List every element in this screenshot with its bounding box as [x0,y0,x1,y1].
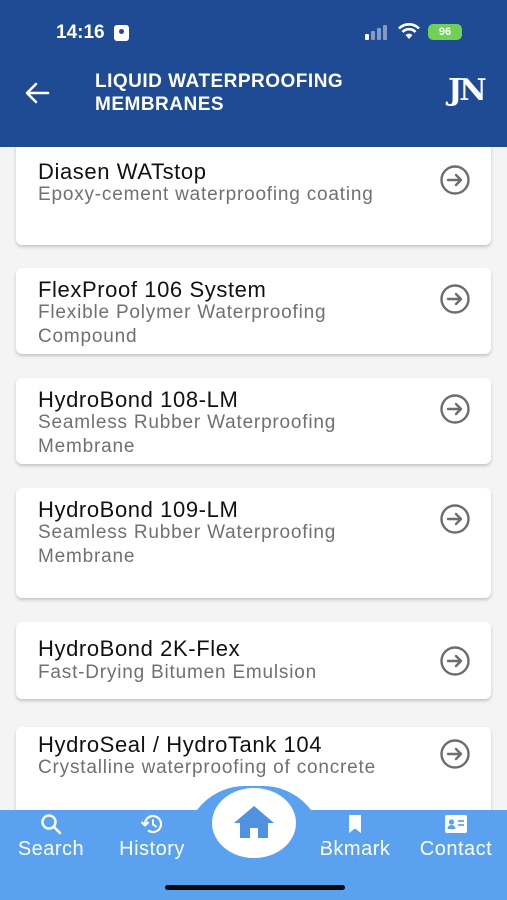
product-card[interactable]: FlexProof 106 System Flexible Polymer Wa… [16,268,491,354]
nav-contact-label: Contact [419,838,493,860]
product-description: Fast-Drying Bitumen Emulsion [38,662,317,683]
bookmark-icon [349,815,361,833]
home-indicator [165,885,345,890]
search-icon [41,814,62,835]
product-card[interactable]: Diasen WATstop Epoxy-cement waterproofin… [16,147,491,245]
history-icon [140,815,163,834]
product-description: Crystalline waterproofing of concrete [38,757,376,778]
product-card[interactable]: HydroBond 109-LM Seamless Rubber Waterpr… [16,488,491,598]
wifi-icon [398,23,420,39]
product-name: HydroBond 109-LM [38,497,239,522]
arrow-right-circle-icon[interactable] [439,164,471,196]
product-card[interactable]: HydroBond 108-LM Seamless Rubber Waterpr… [16,378,491,464]
status-time: 14:16 [56,22,105,43]
product-description: Seamless Rubber Waterproofing Membrane [38,522,337,567]
nav-history[interactable]: History [106,810,198,870]
nav-search-label: Search [17,838,85,860]
product-description: Flexible Polymer Waterproofing Compound [38,302,327,347]
product-name: HydroSeal / HydroTank 104 [38,732,323,757]
product-card[interactable]: HydroBond 2K-Flex Fast-Drying Bitumen Em… [16,622,491,699]
page-title: LIQUID WATERPROOFING MEMBRANES [95,71,344,115]
brand-logo: JN [448,73,487,108]
nav-contact[interactable]: Contact [408,810,504,870]
home-button[interactable] [212,788,296,858]
arrow-right-circle-icon[interactable] [439,503,471,535]
product-name: HydroBond 2K-Flex [38,636,241,661]
product-name: FlexProof 106 System [38,277,267,302]
arrow-right-circle-icon[interactable] [439,645,471,677]
product-description: Epoxy-cement waterproofing coating [38,184,374,205]
nav-search[interactable]: Search [4,810,98,870]
cellular-signal-icon [365,24,391,40]
back-arrow-icon[interactable] [22,79,52,107]
product-name: Diasen WATstop [38,159,207,184]
contact-card-icon [445,815,467,833]
app-header: 14:16 96 LIQUID WATERPROOFING MEMBRANES … [0,0,507,147]
product-description: Seamless Rubber Waterproofing Membrane [38,412,337,457]
id-card-icon [114,25,129,41]
battery-indicator: 96 [428,24,462,40]
product-name: HydroBond 108-LM [38,387,239,412]
product-list: Diasen WATstop Epoxy-cement waterproofin… [0,147,507,810]
arrow-right-circle-icon[interactable] [439,393,471,425]
status-bar: 14:16 96 [0,22,507,44]
home-icon [234,806,274,838]
arrow-right-circle-icon[interactable] [439,283,471,315]
arrow-right-circle-icon[interactable] [439,738,471,770]
